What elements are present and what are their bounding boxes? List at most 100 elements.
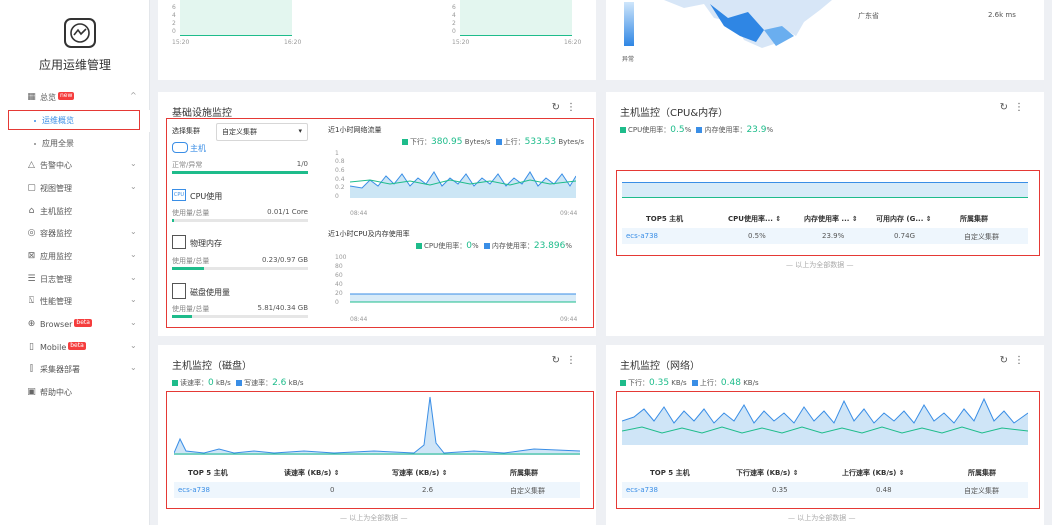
cpu-bar-track [172, 219, 308, 222]
cluster-select[interactable]: 自定义集群 ▾ [216, 123, 308, 141]
legend-value: 0 [208, 378, 214, 388]
tick-label: 0 [335, 193, 339, 200]
tick-label: 4 [452, 12, 456, 19]
x-tick-label: 16:20 [284, 39, 302, 46]
refresh-icon[interactable]: ↻ [552, 355, 566, 366]
network-legend: 下行：380.95 Bytes/s 上行：533.53 Bytes/s [402, 137, 584, 147]
cluster-select-value: 自定义集群 [222, 128, 257, 136]
tick-label: 0 [452, 28, 456, 35]
chart-title: 近1小时CPU及内存使用率 [328, 230, 410, 238]
column-header[interactable]: 写速率 (KB/s) ⇕ [392, 468, 448, 478]
grid-icon: ▦ [27, 92, 36, 102]
host-link[interactable]: ecs-a738 [626, 232, 658, 240]
cpu-sub: 使用量/总量 [172, 209, 210, 217]
more-icon[interactable]: ⋮ [566, 355, 582, 366]
column-header: 所属集群 [968, 469, 996, 477]
card-title: 主机监控（网络） [620, 361, 700, 372]
column-header[interactable]: CPU使用率... ⇕ [728, 214, 781, 224]
table-cell: 自定义集群 [964, 487, 999, 495]
globe-icon: ⊕ [27, 319, 36, 329]
tick-label: 60 [335, 272, 343, 279]
legend-value: 380.95 [431, 137, 463, 147]
cpu-bar-fill [172, 219, 174, 222]
column-header[interactable]: 读速率 (KB/s) ⇕ [284, 468, 340, 478]
legend-label: 下行： [628, 379, 649, 387]
more-icon[interactable]: ⋮ [566, 102, 582, 113]
sidebar-item-app-monitor[interactable]: ⊠ 应用监控 ⌄ [0, 246, 150, 268]
table-cell: 0.48 [876, 486, 892, 494]
legend-value: 2.6 [272, 378, 287, 388]
cpu-mem-legend: CPU使用率：0.5% 内存使用率：23.9% [620, 125, 773, 135]
app-monitor-icon: ⊠ [27, 251, 36, 261]
sidebar-item-host-monitor[interactable]: ⌂ 主机监控 [0, 201, 150, 223]
map-legend-label: 异常 [622, 56, 635, 63]
x-tick-label: 08:44 [350, 316, 368, 323]
cpu-name: CPU使用 [190, 192, 223, 201]
caret-down-icon: ▾ [298, 127, 302, 135]
legend-label: 读速率： [180, 379, 208, 387]
cpu-icon: CPU [172, 189, 186, 201]
memory-name: 物理内存 [190, 239, 222, 248]
chevron-down-icon: ⌄ [130, 295, 137, 304]
network-legend: 下行：0.35 KB/s 上行：0.48 KB/s [620, 378, 759, 388]
table-cell: 自定义集群 [510, 487, 545, 495]
sidebar-item-label: 帮助中心 [40, 388, 72, 397]
log-icon: ☰ [27, 274, 36, 284]
chevron-up-icon: ^ [130, 91, 137, 100]
sidebar-item-views[interactable]: ▢ 视图管理 ⌄ [0, 178, 150, 200]
sidebar-item-performance[interactable]: ⍂ 性能管理 ⌄ [0, 291, 150, 313]
column-header: TOP 5 主机 [650, 469, 690, 477]
tick-label: 0 [335, 299, 339, 306]
more-icon[interactable]: ⋮ [1014, 102, 1030, 113]
sidebar-item-collector[interactable]: ⫿ 采集器部署 ⌄ [0, 359, 150, 381]
sidebar-item-label: 采集器部署 [40, 365, 80, 374]
cpu-memory-chart [350, 293, 576, 303]
column-header[interactable]: 下行速率 (KB/s) ⇕ [736, 468, 799, 478]
column-header[interactable]: 上行速率 (KB/s) ⇕ [842, 468, 905, 478]
tick-label: 2 [452, 20, 456, 27]
cpu-value-b: /1 Core [282, 208, 308, 216]
host-link[interactable]: ecs-a738 [626, 486, 658, 494]
legend-swatch [696, 127, 703, 133]
top-area-chart [460, 0, 572, 36]
disk-bar-track [172, 315, 308, 318]
legend-label: 内存使用率： [491, 242, 534, 250]
sidebar-item-alerts[interactable]: △ 告警中心 ⌄ [0, 155, 150, 177]
column-header[interactable]: 可用内存 (G... ⇕ [876, 214, 932, 224]
cpu-value-a: 0.01 [267, 208, 283, 216]
card-actions: ↻⋮ [1000, 355, 1030, 366]
refresh-icon[interactable]: ↻ [1000, 102, 1014, 113]
more-icon[interactable]: ⋮ [1014, 355, 1030, 366]
legend-label: CPU使用率： [628, 126, 671, 134]
refresh-icon[interactable]: ↻ [552, 102, 566, 113]
host-value: 1/0 [248, 160, 308, 168]
host-disk-card: 主机监控（磁盘） ↻⋮ 读速率：0 kB/s 写速率：2.6 kB/s TOP … [158, 345, 596, 525]
sidebar-item-mobile[interactable]: ▯ Mobile beta ⌄ [0, 337, 150, 359]
sidebar-item-help[interactable]: ▣ 帮助中心 [0, 382, 150, 404]
chevron-down-icon: ⌄ [130, 363, 137, 372]
card-title: 主机监控（CPU&内存） [620, 108, 729, 119]
card-title: 基础设施监控 [172, 108, 232, 119]
disk-value-b: /40.34 GB [273, 304, 308, 312]
legend-value: 23.9 [746, 125, 767, 135]
sidebar-item-log-management[interactable]: ☰ 日志管理 ⌄ [0, 269, 150, 291]
column-header: TOP5 主机 [646, 215, 684, 223]
top-area-chart [180, 0, 292, 36]
performance-icon: ⍂ [28, 296, 35, 306]
host-sub: 正常/异常 [172, 161, 203, 169]
sidebar-item-overview[interactable]: ▦ 总览 new ^ [0, 87, 150, 109]
column-header[interactable]: 内存使用率 ... ⇕ [804, 214, 858, 224]
sidebar-item-browser[interactable]: ⊕ Browser beta ⌄ [0, 314, 150, 336]
host-link[interactable]: ecs-a738 [178, 486, 210, 494]
legend-unit: % [766, 126, 774, 134]
sidebar-item-label: 应用全景 [42, 139, 74, 148]
chevron-down-icon: ⌄ [130, 341, 137, 350]
sidebar: 应用运维管理 ▦ 总览 new ^ 运维概览 应用全景 △ 告警中心 ⌄ ▢ 视图… [0, 0, 150, 525]
x-tick-label: 09:44 [560, 316, 578, 323]
sidebar-item-container-monitor[interactable]: ◎ 容器监控 ⌄ [0, 223, 150, 245]
x-tick-label: 15:20 [172, 39, 190, 46]
legend-unit: Bytes/s [558, 138, 585, 146]
sidebar-item-app-panorama[interactable]: 应用全景 [0, 133, 150, 155]
refresh-icon[interactable]: ↻ [1000, 355, 1014, 366]
legend-unit: kB/s [288, 379, 304, 387]
